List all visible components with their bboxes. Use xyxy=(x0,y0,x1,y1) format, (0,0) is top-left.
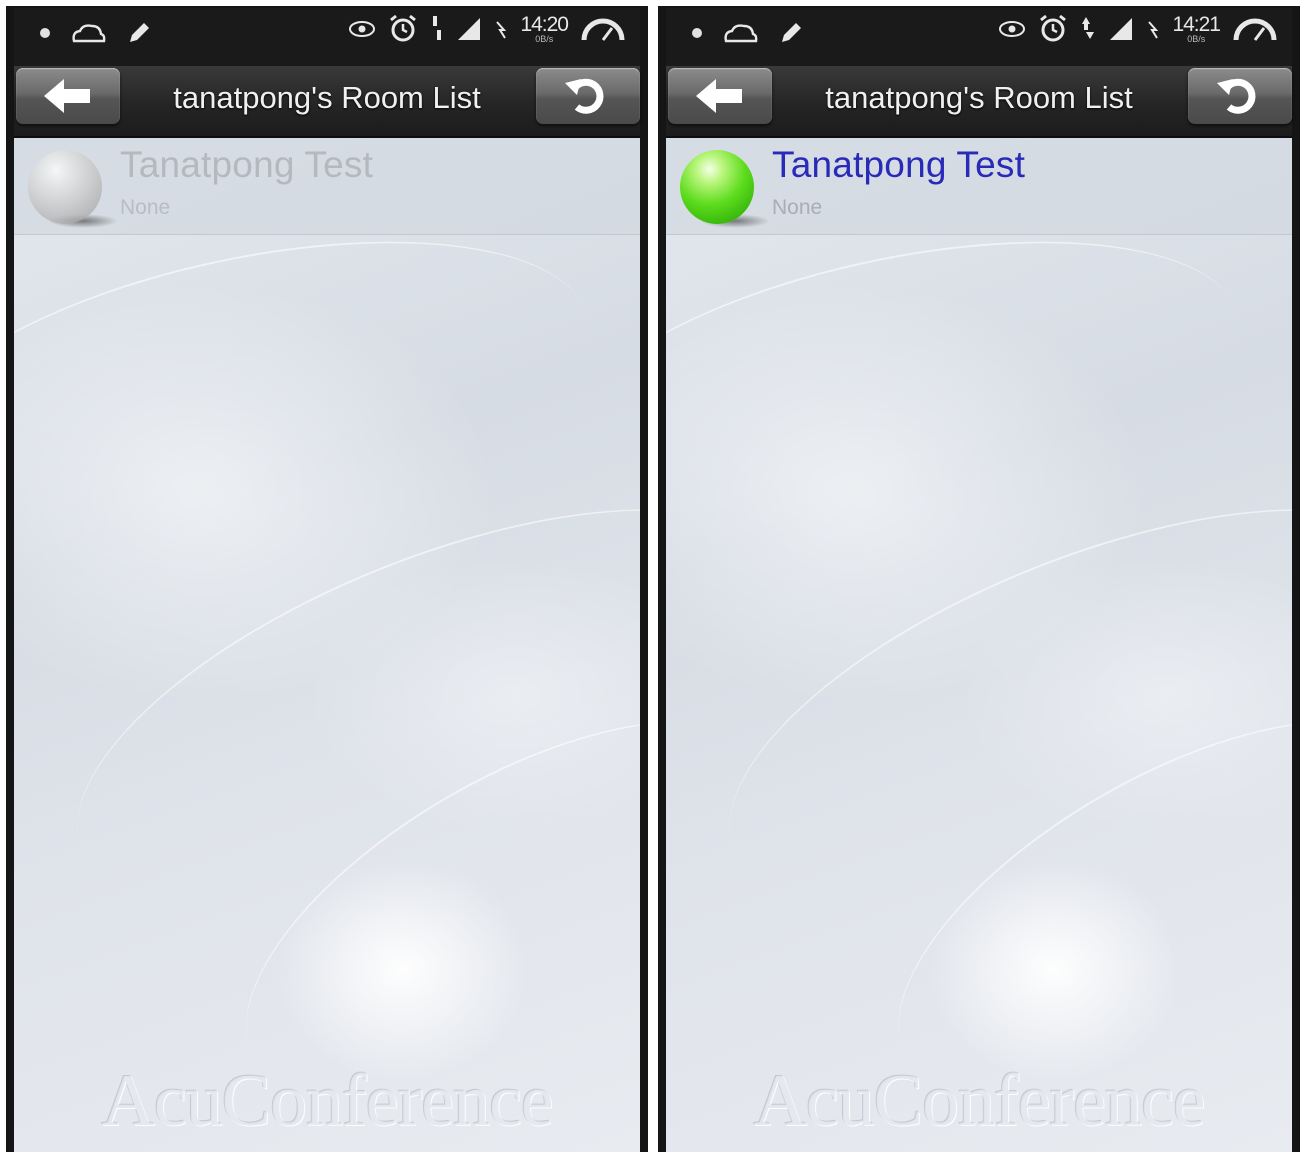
room-list: Tanatpong Test None AcuConference xyxy=(14,138,640,1152)
data-arrows-icon xyxy=(433,16,442,40)
room-name: Tanatpong Test xyxy=(772,144,1026,185)
action-bar: tanatpong's Room List xyxy=(666,66,1292,138)
nfc-icon xyxy=(1148,21,1159,39)
cloud-icon xyxy=(724,24,758,43)
signal-icon xyxy=(1110,18,1133,40)
app-watermark: AcuConference xyxy=(101,1060,553,1142)
app-watermark: AcuConference xyxy=(753,1060,1205,1142)
action-bar: tanatpong's Room List xyxy=(14,66,640,138)
refresh-icon xyxy=(1217,78,1256,114)
pencil-icon xyxy=(130,23,149,42)
signal-icon xyxy=(458,18,481,40)
room-list-item[interactable]: Tanatpong Test None xyxy=(14,138,640,235)
room-list: Tanatpong Test None AcuConference xyxy=(666,138,1292,1152)
refresh-button[interactable] xyxy=(1188,68,1292,124)
room-name: Tanatpong Test xyxy=(120,144,374,185)
alarm-icon xyxy=(1040,14,1067,42)
room-list-item[interactable]: Tanatpong Test None xyxy=(666,138,1292,235)
status-bar: 14:20 0B/s xyxy=(14,8,640,66)
refresh-button[interactable] xyxy=(536,68,640,124)
network-rate: 0B/s xyxy=(1187,34,1206,44)
alarm-icon xyxy=(390,14,417,42)
network-rate: 0B/s xyxy=(535,34,554,44)
phone-screen-offline: 14:20 0B/s tanatpong's Room List Tanatpo… xyxy=(6,6,648,1152)
data-arrows-icon xyxy=(1082,17,1095,39)
offline-status-ball-icon xyxy=(28,150,102,224)
speed-gauge-icon xyxy=(581,18,625,41)
notification-dot-icon xyxy=(692,28,702,38)
cloud-icon xyxy=(72,24,106,43)
status-time: 14:20 xyxy=(520,13,569,36)
phone-screen-online: 14:21 0B/s tanatpong's Room List Tanatpo… xyxy=(658,6,1300,1152)
clock: 14:20 0B/s xyxy=(520,13,569,44)
room-subtitle: None xyxy=(772,196,823,219)
online-status-ball-icon xyxy=(680,150,754,224)
refresh-icon xyxy=(565,78,604,114)
status-bar: 14:21 0B/s xyxy=(666,8,1292,66)
nfc-icon xyxy=(496,21,507,39)
status-time: 14:21 xyxy=(1172,13,1221,36)
eye-icon xyxy=(349,21,376,37)
notification-dot-icon xyxy=(40,28,50,38)
eye-icon xyxy=(999,21,1026,37)
clock: 14:21 0B/s xyxy=(1172,13,1221,44)
room-subtitle: None xyxy=(120,196,171,219)
pencil-icon xyxy=(782,23,801,42)
speed-gauge-icon xyxy=(1233,18,1277,41)
